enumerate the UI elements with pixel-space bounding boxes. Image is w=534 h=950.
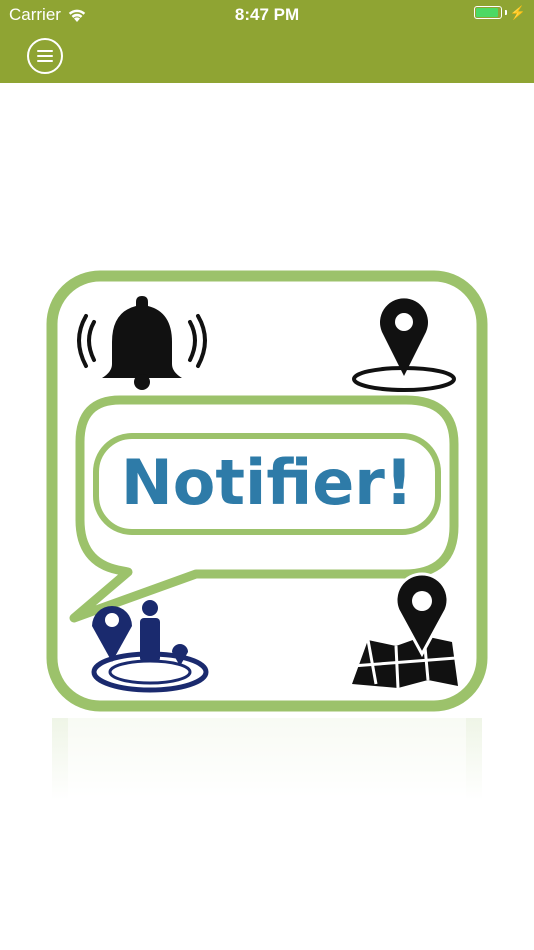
status-bar: Carrier 8:47 PM ⚡ xyxy=(0,0,534,30)
battery-icon xyxy=(473,6,502,19)
charging-icon: ⚡ xyxy=(509,5,526,20)
status-time: 8:47 PM xyxy=(234,5,300,24)
battery-group: ⚡ xyxy=(473,5,526,20)
navigation-bar xyxy=(0,30,534,83)
hamburger-menu-icon xyxy=(37,50,53,62)
menu-button[interactable] xyxy=(27,38,63,74)
battery-fill xyxy=(475,8,498,17)
logo-title: Notifier! xyxy=(121,446,413,519)
battery-tip xyxy=(504,10,507,15)
app-logo: Notifier! xyxy=(46,270,488,800)
